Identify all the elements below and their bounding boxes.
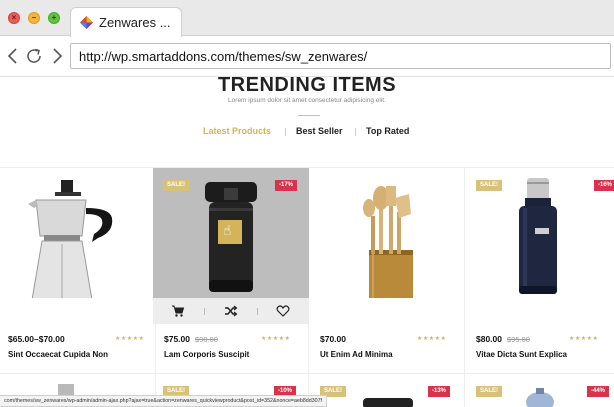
title-divider [298,115,320,116]
discount-badge: -44% [586,386,609,397]
address-bar[interactable]: http://wp.smartaddons.com/themes/sw_zenw… [70,43,611,69]
forward-arrow-icon[interactable] [47,46,67,66]
back-arrow-icon[interactable] [3,46,23,66]
section-title: TRENDING ITEMS [217,74,397,96]
product-grid: $65.00–$70.00 ★★★★★ Sint Occaecat Cupida… [0,167,614,407]
product-name[interactable]: Ut Enim Ad Minima [320,350,393,359]
wooden-utensils-icon [363,186,413,300]
maximize-icon: + [51,13,57,22]
product-image[interactable] [0,168,156,301]
cart-icon[interactable] [171,304,185,318]
product-card[interactable]: $65.00–$70.00 ★★★★★ Sint Occaecat Cupida… [0,168,156,373]
rating-stars: ★★★★★ [569,336,599,342]
product-actions [153,298,309,324]
action-separator [204,308,205,315]
product-image[interactable]: SALE! -16% [465,168,614,298]
heart-icon[interactable] [276,304,290,318]
product-card[interactable]: SALE! -16% $80.00 $95.00 ★★★★★ Vitae Dict… [465,168,614,373]
product-price: $65.00–$70.00 [8,334,65,344]
url-text: http://wp.smartaddons.com/themes/sw_zenw… [79,49,368,64]
minimize-icon: – [31,13,37,22]
browser-navbar: http://wp.smartaddons.com/themes/sw_zenw… [0,37,614,77]
product-thumbnail-icon [363,398,413,407]
maximize-window-button[interactable]: + [48,12,60,24]
product-card[interactable]: $70.00 ★★★★★ Ut Enim Ad Minima [309,168,465,373]
tab-latest-products[interactable]: Latest Products [203,126,271,136]
product-price: $70.00 [320,334,346,344]
product-card[interactable]: SALE! -13% [309,374,465,407]
discount-badge: -17% [274,180,297,191]
close-icon: × [11,13,17,22]
browser-tab[interactable]: Zenwares ... [70,7,182,37]
product-tabs: Latest Products Best Seller Top Rated [0,126,614,140]
pointer-hand-icon: ☝ [223,222,232,238]
product-image[interactable]: ☝ SALE! -17% [153,168,309,298]
product-name[interactable]: Sint Occaecat Cupida Non [8,350,108,359]
current-price: $80.00 [476,334,502,344]
close-window-button[interactable]: × [8,12,20,24]
action-separator [257,308,258,315]
browser-titlebar: × – + Zenwares ... [0,0,614,37]
moka-pot-icon [28,180,113,301]
discount-badge: -16% [593,180,614,191]
quickview-button[interactable]: ☝ [218,220,242,244]
rating-stars: ★★★★★ [115,336,145,342]
product-card[interactable]: ☝ SALE! -17% $75.00 $90.00 ★★★★★ Lam Corp… [153,168,309,373]
current-price: $75.00 [164,334,190,344]
tab-top-rated[interactable]: Top Rated [366,126,409,136]
product-name[interactable]: Vitae Dicta Sunt Explica [476,350,567,359]
product-thumbnail-icon [526,388,554,407]
tab-separator [355,128,356,136]
sale-badge: SALE! [163,180,189,191]
rating-stars: ★★★★★ [261,336,291,342]
product-image[interactable] [309,168,465,300]
product-card[interactable]: SALE! -44% [465,374,614,407]
status-bar-url: com/themes/sw_zenwares/wp-admin/admin-aj… [0,395,328,407]
old-price: $90.00 [195,335,218,344]
product-price: $80.00 $95.00 [476,334,530,344]
shuffle-icon[interactable] [224,304,238,318]
minimize-window-button[interactable]: – [28,12,40,24]
sale-badge: SALE! [476,180,502,191]
favicon-icon [80,16,93,29]
product-price: $75.00 $90.00 [164,334,218,344]
old-price: $95.00 [507,335,530,344]
tab-separator [285,128,286,136]
rating-stars: ★★★★★ [417,336,447,342]
sale-badge: SALE! [476,386,502,397]
reload-icon[interactable] [24,46,44,66]
tab-title: Zenwares ... [99,15,171,30]
discount-badge: -13% [427,386,450,397]
tab-best-seller[interactable]: Best Seller [296,126,343,136]
product-name[interactable]: Lam Corporis Suscipit [164,350,249,359]
section-subtitle: Lorem ipsum dolor sit amet consectetur a… [228,97,386,104]
